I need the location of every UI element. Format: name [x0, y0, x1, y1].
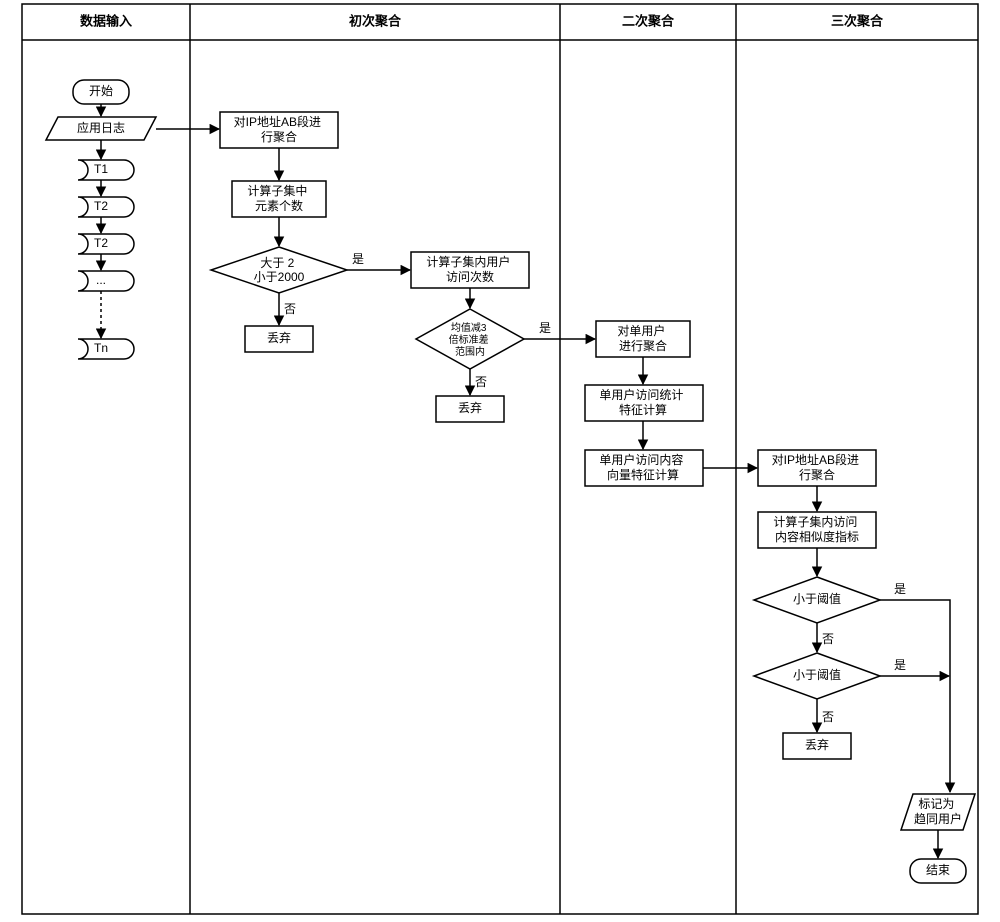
log-label: 应用日志 [77, 120, 125, 135]
dec-range-yes: 是 [352, 252, 364, 266]
discard1-label: 丢弃 [267, 330, 291, 345]
end-label: 结束 [926, 863, 950, 877]
dec-std-no: 否 [475, 375, 487, 389]
discard3-label: 丢弃 [805, 737, 829, 752]
header-col1: 数据输入 [80, 13, 132, 28]
discard2-label: 丢弃 [458, 400, 482, 415]
header-col4: 三次聚合 [831, 13, 884, 28]
dec1-no: 否 [822, 632, 834, 646]
svg-text:T1: T1 [94, 162, 108, 176]
svg-text:T2: T2 [94, 199, 108, 213]
dec-thresh1-label: 小于阈值 [793, 591, 841, 606]
dec-std-yes: 是 [539, 321, 551, 335]
dec1-yes: 是 [894, 582, 906, 596]
dec-std-label: 均值减3 倍标准差 范围内 [449, 321, 492, 358]
header-col3: 二次聚合 [622, 13, 675, 28]
mark-label: 标记为 趋同用户 [914, 797, 962, 826]
dec2-no: 否 [822, 710, 834, 724]
swimlane-flowchart: 数据输入 初次聚合 二次聚合 三次聚合 开始 应用日志 T1 T2 T2 ...… [0, 0, 1000, 922]
dec-range-label: 大于 2 小于2000 [254, 256, 305, 284]
svg-text:T2: T2 [94, 236, 108, 250]
dec2-yes: 是 [894, 658, 906, 672]
dec-thresh2-label: 小于阈值 [793, 667, 841, 682]
svg-text:...: ... [96, 273, 106, 287]
svg-text:Tn: Tn [94, 341, 108, 355]
header-col2: 初次聚合 [349, 13, 402, 28]
start-label: 开始 [89, 84, 113, 98]
dec-range-no: 否 [284, 302, 296, 316]
